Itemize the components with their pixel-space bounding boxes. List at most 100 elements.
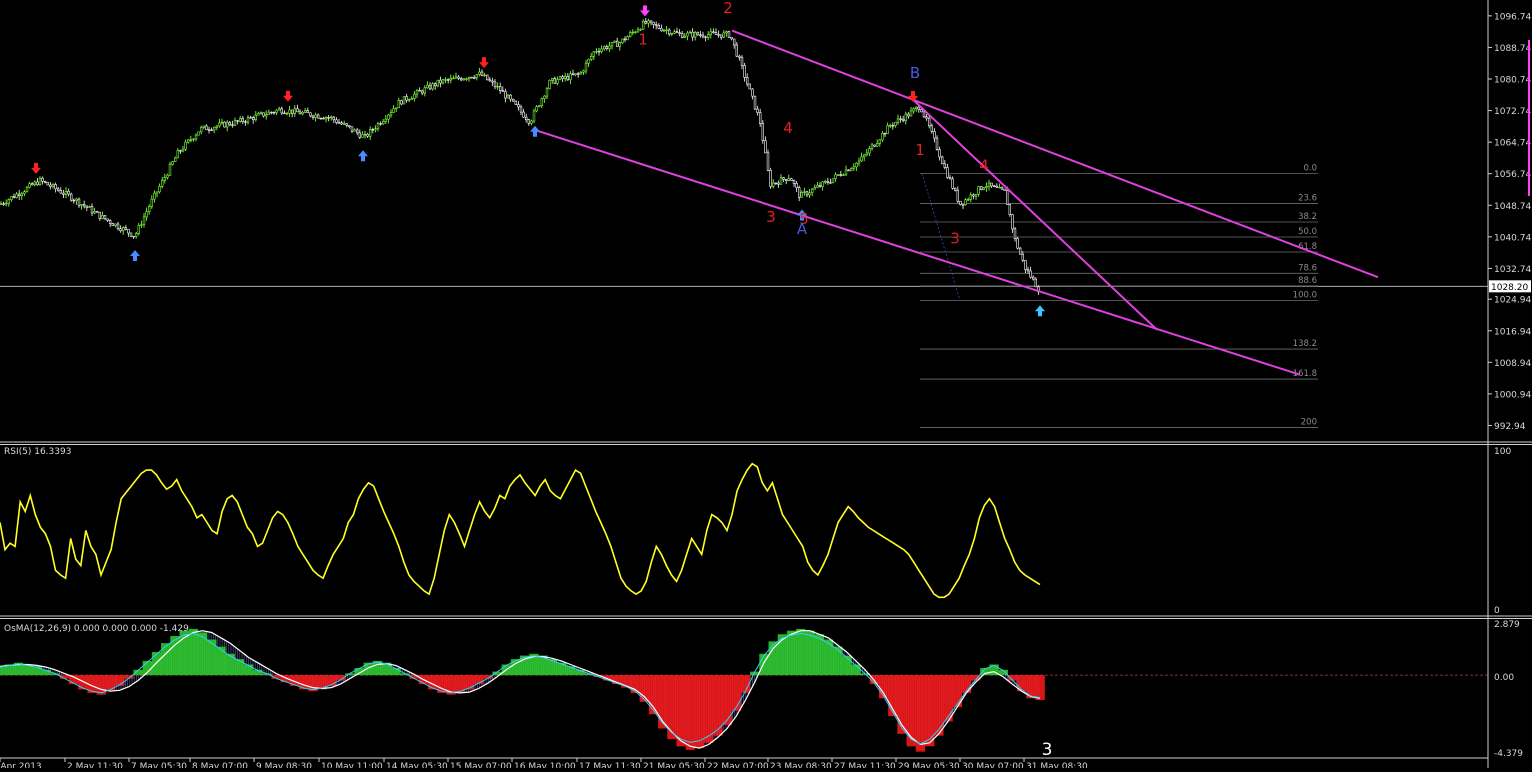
time-axis-label: 29 May 05:30 [898, 762, 960, 768]
candle-body [623, 38, 627, 41]
candle-body [777, 182, 780, 185]
candle-body [579, 72, 583, 75]
candle-body [756, 108, 759, 113]
osma-bar [934, 675, 944, 736]
candle-body [207, 129, 211, 131]
candle-body [337, 122, 341, 124]
candle-body [348, 125, 351, 128]
candle-body [964, 199, 967, 206]
candle-body [64, 190, 68, 195]
candle-body [613, 40, 616, 43]
candle-body [363, 133, 367, 136]
price-axis-label: 1088.74 [1494, 44, 1531, 54]
candle-body [1018, 247, 1022, 255]
candle-body [54, 184, 57, 190]
candle-body [649, 20, 653, 23]
candle-body [722, 32, 726, 38]
candle-body [259, 112, 263, 114]
candle-body [498, 86, 502, 91]
candle-body [288, 109, 291, 114]
candle-body [764, 140, 767, 154]
candle-body [187, 139, 190, 143]
osma-bar [225, 653, 235, 676]
candle-body [226, 122, 229, 128]
candle-body [236, 120, 239, 122]
candle-body [940, 156, 944, 165]
candle-body [738, 55, 741, 58]
candle-body [803, 191, 806, 193]
candle-body [1034, 278, 1038, 288]
candle-body [530, 120, 533, 124]
candle-body [836, 174, 840, 176]
candle-body [670, 33, 674, 35]
osma-bar [796, 628, 806, 676]
time-axis-label: 8 May 07:00 [192, 762, 248, 768]
osma-bar [943, 675, 953, 722]
candle-body [779, 177, 783, 185]
candle-body [979, 186, 983, 190]
osma-bar [786, 630, 797, 676]
candle-body [875, 143, 879, 147]
candle-body [660, 28, 663, 32]
candle-body [914, 106, 918, 110]
candle-body [376, 123, 380, 129]
candle-body [706, 34, 710, 38]
candle-body [935, 137, 939, 150]
candle-body [582, 70, 585, 73]
candle-body [402, 96, 406, 105]
price-axis-label: 1096.74 [1494, 12, 1531, 22]
candle-body [301, 111, 304, 115]
candle-body [309, 112, 312, 117]
osma-bar [832, 646, 843, 676]
candle-body [732, 38, 736, 46]
osma-bar [363, 662, 373, 676]
candle-body [10, 196, 13, 200]
candle-body [896, 118, 900, 123]
candle-body [647, 20, 650, 24]
osma-bar [105, 675, 116, 692]
candle-body [758, 112, 762, 124]
candle-body [543, 95, 546, 100]
candle-body [358, 132, 361, 138]
candle-body [400, 100, 403, 105]
candle-body [480, 71, 484, 76]
candle-body [761, 123, 765, 141]
time-axis-label: 9 May 08:30 [256, 762, 312, 768]
time-axis-label: 22 May 07:00 [707, 762, 769, 768]
candle-body [615, 40, 619, 47]
candle-body [795, 183, 798, 188]
candle-body [766, 152, 770, 171]
candle-body [504, 91, 507, 99]
candle-body [75, 198, 78, 201]
osma-bar [694, 675, 705, 749]
candle-body [316, 114, 320, 119]
candle-body [717, 34, 720, 36]
candle-body [397, 100, 400, 109]
fib-level-label: 200 [1301, 418, 1317, 428]
candle-body [813, 187, 817, 190]
candle-body [847, 169, 850, 172]
candle-body [719, 34, 723, 38]
time-axis-label: 29 Apr 2013 [0, 762, 42, 768]
candle-body [0, 203, 3, 205]
candle-body [563, 75, 567, 79]
fib-level-label: 0.0 [1303, 163, 1317, 173]
candle-body [413, 93, 416, 99]
candle-body [680, 33, 684, 38]
candle-body [558, 76, 562, 80]
osma-bar [768, 641, 778, 676]
candle-body [25, 186, 29, 193]
candle-body [426, 84, 429, 89]
candle-body [743, 65, 746, 78]
candle-body [740, 57, 744, 66]
candle-body [249, 117, 252, 119]
candle-body [189, 139, 192, 141]
osma-bar [878, 675, 889, 699]
candle-body [995, 185, 999, 188]
price-chart[interactable]: 0.023.638.250.061.878.688.6100.0138.2161… [0, 0, 1532, 772]
candle-body [340, 122, 343, 125]
wave-label: 3 [766, 208, 776, 226]
candle-body [956, 189, 960, 202]
fib-level-label: 100.0 [1293, 291, 1317, 301]
candle-body [303, 110, 307, 113]
